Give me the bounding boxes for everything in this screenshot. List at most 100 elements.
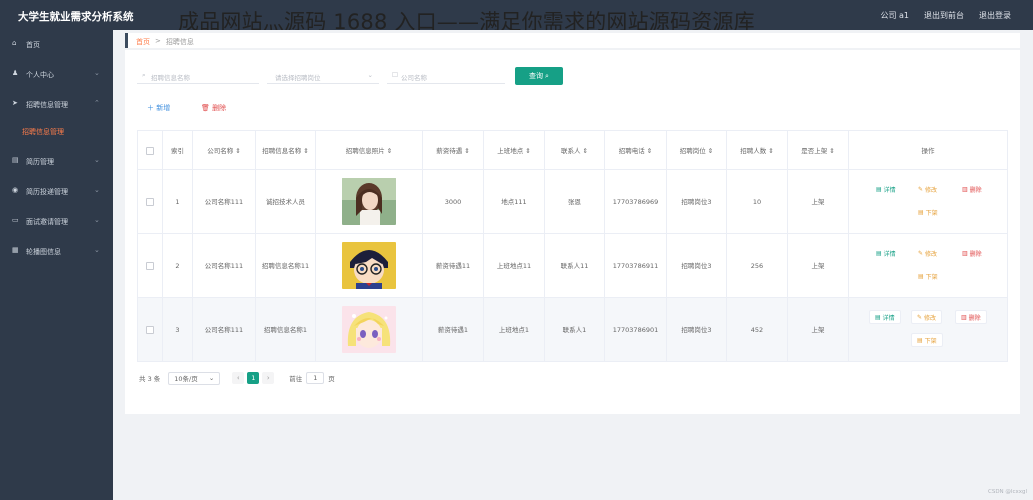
user-icon: ♟	[12, 69, 19, 77]
checkbox-icon: ☐	[392, 71, 398, 79]
photo-woman-portrait	[342, 178, 396, 225]
header-contact[interactable]: 联系人 ⇕	[545, 131, 605, 170]
row-checkbox[interactable]	[146, 261, 154, 270]
header-info-name[interactable]: 招聘信息名称 ⇕	[256, 131, 316, 170]
cell-count: 10	[727, 170, 788, 233]
cell-index: 1	[163, 170, 193, 233]
document-icon: ▤	[917, 336, 923, 344]
cell-listed: 上架	[788, 298, 849, 361]
row-operations: ▤ 详情 ✎ 修改 ▥ 删除 ▤ 下架	[849, 298, 1007, 361]
trash-icon: ▥	[961, 313, 967, 321]
page-size-select[interactable]: 10条/页 ⌄	[168, 371, 221, 385]
home-icon: ⌂	[12, 39, 17, 47]
next-page-button[interactable]: ›	[262, 372, 275, 384]
table-row: 3 公司名称111 招聘信息名称1 薪资待遇1 上班地点1 联系人1 17703…	[138, 298, 1007, 362]
app-title: 大学生就业需求分析系统	[18, 11, 134, 23]
breadcrumb-current: 招聘信息	[165, 38, 194, 46]
header-photo[interactable]: 招聘信息照片 ⇕	[316, 131, 423, 170]
delete-button[interactable]: ▥ 删除	[955, 310, 987, 324]
query-button[interactable]: 查询 ⌕	[515, 67, 563, 85]
document-icon: ▤	[918, 272, 924, 280]
sidebar-item-resume[interactable]: ▤ 简历管理 ⌄	[0, 155, 113, 169]
delete-button[interactable]: ▥ 删除	[957, 246, 987, 260]
delete-button[interactable]: ▥ 删除	[957, 182, 987, 196]
back-to-frontend-link[interactable]: 退出到前台	[924, 10, 964, 21]
add-button[interactable]: ＋ 新增	[147, 103, 170, 113]
chevron-down-icon: ⌄	[94, 156, 100, 164]
search-icon: ⌕	[142, 71, 146, 79]
top-right-menu: 公司 a1 退出到前台 退出登录	[880, 10, 1011, 21]
detail-button[interactable]: ▤ 详情	[871, 182, 901, 196]
trash-icon: 🗑	[201, 104, 213, 112]
header-listed[interactable]: 是否上架 ⇕	[788, 131, 849, 170]
sidebar-item-resume-delivery[interactable]: ◉ 简历投递管理 ⌄	[0, 185, 113, 199]
detail-button[interactable]: ▤ 详情	[871, 246, 901, 260]
sidebar-item-label: 首页	[26, 41, 40, 49]
grid-icon: ▦	[12, 246, 19, 254]
edit-icon: ✎	[918, 185, 924, 193]
sidebar-subitem-recruitment-manage[interactable]: 招聘信息管理	[22, 127, 64, 137]
chevron-down-icon: ⌄	[94, 186, 100, 194]
document-icon: ▤	[12, 156, 19, 164]
trash-icon: ▥	[962, 185, 968, 193]
sidebar-item-label: 个人中心	[26, 71, 54, 79]
row-checkbox[interactable]	[146, 325, 154, 334]
cell-phone: 17703786901	[605, 298, 667, 361]
edit-icon: ✎	[918, 249, 924, 257]
cell-contact: 张恩	[545, 170, 605, 233]
header-salary[interactable]: 薪资待遇 ⇕	[423, 131, 484, 170]
logout-link[interactable]: 退出登录	[979, 10, 1011, 21]
breadcrumb-home[interactable]: 首页	[136, 37, 150, 47]
page-number-current[interactable]: 1	[247, 372, 260, 384]
select-all-checkbox[interactable]	[146, 146, 154, 155]
plus-icon: ＋	[147, 104, 157, 112]
row-checkbox[interactable]	[146, 197, 154, 206]
current-user-label: 公司 a1	[880, 11, 909, 20]
goto-page-input[interactable]: 1	[306, 372, 325, 384]
unlist-button[interactable]: ▤ 下架	[913, 269, 943, 283]
header-position[interactable]: 招聘岗位 ⇕	[667, 131, 727, 170]
position-select[interactable]: 请选择招聘岗位 ⌄	[267, 67, 379, 84]
header-index: 索引	[163, 131, 193, 170]
sidebar-item-label: 简历管理	[26, 158, 54, 166]
goto-label: 前往	[289, 375, 303, 383]
sidebar-item-label: 面试邀请管理	[26, 218, 68, 226]
main-content: 首页 > 招聘信息 ⌕ 招聘信息名称 请选择招聘岗位 ⌄ ☐ 公司名称 查询 ⌕…	[113, 30, 1033, 500]
cell-listed: 上架	[788, 170, 849, 233]
cell-location: 上班地点11	[484, 234, 545, 297]
unlist-button[interactable]: ▤ 下架	[913, 205, 943, 219]
search-info-name-input[interactable]: ⌕ 招聘信息名称	[137, 67, 259, 84]
company-name-input[interactable]: ☐ 公司名称	[387, 67, 505, 84]
edit-button[interactable]: ✎ 修改	[911, 310, 943, 324]
unlist-button[interactable]: ▤ 下架	[911, 333, 943, 347]
trash-icon: ▥	[962, 249, 968, 257]
cell-salary: 3000	[423, 170, 484, 233]
sidebar-item-home[interactable]: ⌂ 首页	[0, 38, 113, 52]
cell-index: 3	[163, 298, 193, 361]
edit-button[interactable]: ✎ 修改	[913, 182, 942, 196]
cell-location: 地点111	[484, 170, 545, 233]
table-row: 1 公司名称111 诚招技术人员 3000 地点111 张恩 177037869…	[138, 170, 1007, 234]
cell-info-name: 招聘信息名称1	[256, 298, 316, 361]
batch-delete-button[interactable]: 🗑 删除	[201, 103, 226, 113]
select-all-checkbox-cell[interactable]	[138, 131, 163, 170]
header-location[interactable]: 上班地点 ⇕	[484, 131, 545, 170]
detail-button[interactable]: ▤ 详情	[869, 310, 901, 324]
cell-count: 256	[727, 234, 788, 297]
sidebar-item-recruitment[interactable]: ➤ 招聘信息管理 ⌃	[0, 98, 113, 112]
prev-page-button[interactable]: ‹	[232, 372, 245, 384]
sidebar-item-profile[interactable]: ♟ 个人中心 ⌄	[0, 68, 113, 82]
cell-info-name: 诚招技术人员	[256, 170, 316, 233]
sidebar-item-label: 招聘信息管理	[26, 101, 68, 109]
cell-company: 公司名称111	[193, 170, 256, 233]
header-phone[interactable]: 招聘电话 ⇕	[605, 131, 667, 170]
header-count[interactable]: 招聘人数 ⇕	[727, 131, 788, 170]
document-icon: ▤	[876, 185, 882, 193]
header-company[interactable]: 公司名称 ⇕	[193, 131, 256, 170]
recruitment-table: 索引 公司名称 ⇕ 招聘信息名称 ⇕ 招聘信息照片 ⇕ 薪资待遇 ⇕ 上班地点 …	[137, 130, 1008, 362]
send-icon: ➤	[12, 99, 18, 107]
edit-button[interactable]: ✎ 修改	[913, 246, 942, 260]
edit-icon: ✎	[917, 313, 923, 321]
sidebar-item-carousel[interactable]: ▦ 轮播图信息 ⌄	[0, 245, 113, 259]
sidebar-item-interview[interactable]: ▭ 面试邀请管理 ⌄	[0, 215, 113, 229]
